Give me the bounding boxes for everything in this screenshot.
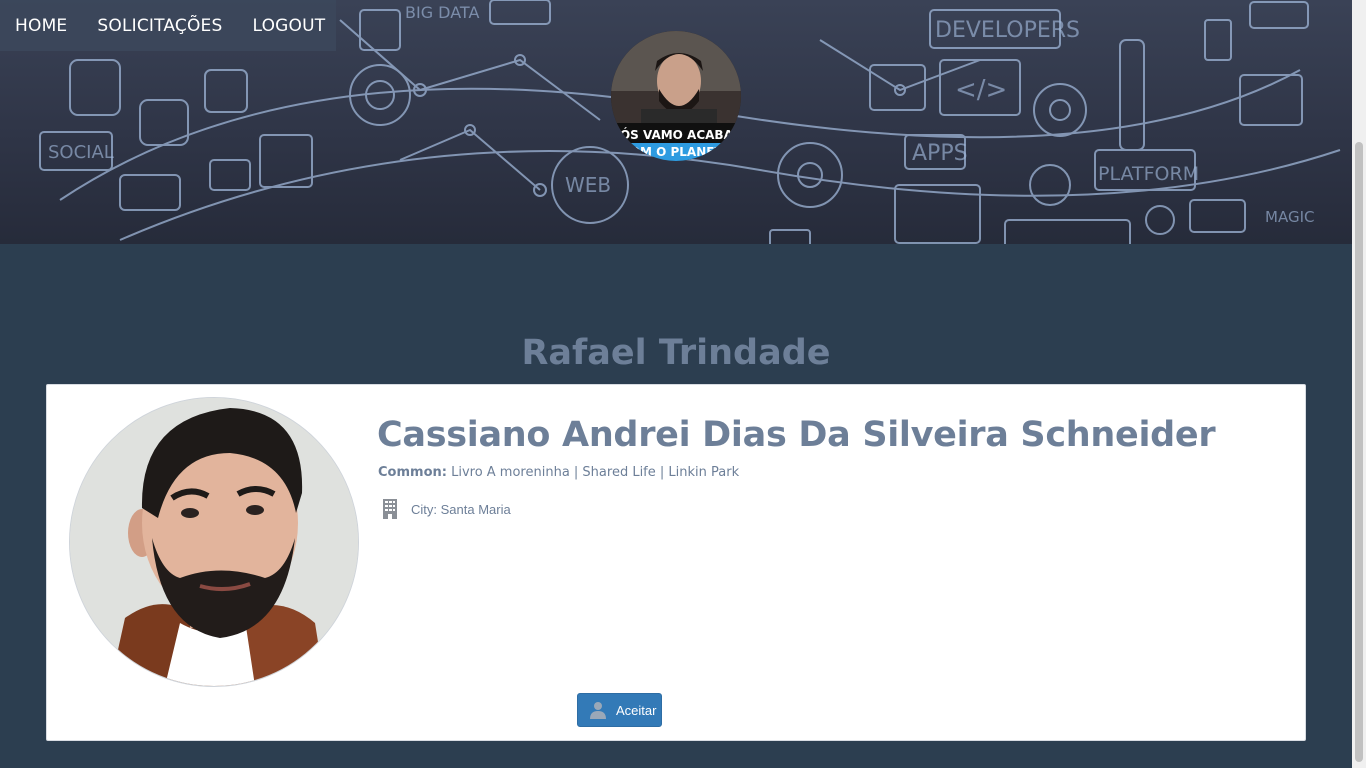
building-icon	[383, 499, 397, 519]
nav-home[interactable]: HOME	[15, 16, 67, 36]
request-person-name[interactable]: Cassiano Andrei Dias Da Silveira Schneid…	[377, 415, 1216, 455]
banner-word-bigdata: BIG DATA	[405, 3, 479, 22]
scrollbar-thumb[interactable]	[1355, 142, 1363, 762]
banner-word-magic: MAGIC	[1265, 208, 1314, 226]
common-label: Common:	[378, 465, 447, 480]
banner-word-apps: APPS	[912, 141, 968, 166]
user-icon	[590, 702, 606, 719]
city-text: City: Santa Maria	[411, 501, 511, 517]
accept-button-label: Aceitar	[616, 702, 657, 718]
nav-solicitacoes[interactable]: SOLICITAÇÕES	[97, 16, 222, 36]
banner-word-developers: DEVELOPERS	[935, 18, 1080, 43]
banner-word-social: SOCIAL	[48, 142, 114, 163]
header-banner: DEVELOPERS SOCIAL APPS PLATFORM WEB MAGI…	[0, 0, 1352, 244]
avatar-caption-bottom: COM O PLANETA	[621, 145, 732, 159]
banner-word-code: </>	[955, 75, 1007, 105]
nav-logout[interactable]: LOGOUT	[253, 16, 326, 36]
page: DEVELOPERS SOCIAL APPS PLATFORM WEB MAGI…	[0, 0, 1366, 768]
common-interests: Common: Livro A moreninha | Shared Life …	[378, 465, 739, 480]
page-scrollbar[interactable]	[1352, 0, 1366, 768]
request-avatar[interactable]	[69, 397, 359, 687]
profile-owner-name: Rafael Trindade	[521, 333, 831, 373]
avatar-caption-top: NÓS VAMO ACABAR	[611, 127, 741, 142]
request-avatar-photo	[70, 398, 358, 686]
common-value: Livro A moreninha | Shared Life | Linkin…	[451, 465, 740, 480]
header-avatar[interactable]: NÓS VAMO ACABAR COM O PLANETA	[611, 31, 741, 161]
request-card: Cassiano Andrei Dias Da Silveira Schneid…	[46, 384, 1306, 741]
accept-button[interactable]: Aceitar	[577, 693, 662, 727]
city-row: City: Santa Maria	[381, 499, 511, 519]
top-nav: HOME SOLICITAÇÕES LOGOUT	[0, 0, 336, 51]
header-avatar-photo: NÓS VAMO ACABAR COM O PLANETA	[611, 31, 741, 161]
banner-word-platform: PLATFORM	[1098, 163, 1199, 185]
banner-word-web: WEB	[565, 173, 611, 197]
